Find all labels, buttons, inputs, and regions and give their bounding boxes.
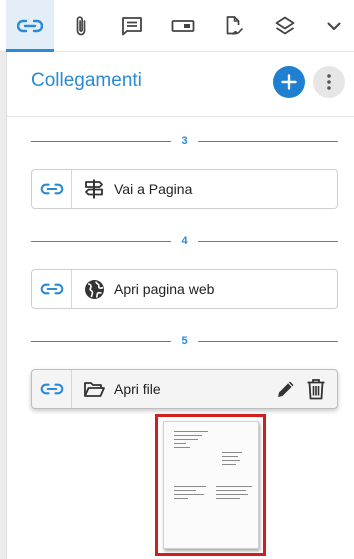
document-preview (163, 421, 259, 549)
link-cell (32, 170, 72, 208)
folder-open-icon (83, 382, 105, 397)
tab-links[interactable] (6, 0, 54, 52)
add-link-button[interactable] (273, 66, 305, 98)
link-cell (32, 370, 72, 408)
left-gutter (0, 52, 7, 559)
paperclip-icon (76, 15, 86, 35)
page-divider: 4 (31, 234, 338, 248)
tab-layers[interactable] (261, 0, 309, 51)
sidebar-toolbar (0, 0, 354, 52)
edit-link-button[interactable] (271, 374, 301, 404)
link-label: Apri file (114, 381, 161, 397)
tab-attachments[interactable] (57, 0, 105, 51)
link-label: Vai a Pagina (114, 181, 193, 197)
chevron-down-icon (327, 22, 341, 30)
tab-form-fields[interactable] (159, 0, 207, 51)
pencil-icon (278, 381, 294, 397)
link-icon (40, 383, 63, 395)
link-icon (17, 19, 43, 32)
file-preview-thumbnail[interactable] (155, 414, 266, 556)
link-item-goto-page[interactable]: Vai a Pagina (31, 169, 338, 209)
link-icon (40, 183, 63, 195)
comment-icon (122, 16, 142, 35)
link-item-open-file[interactable]: Apri file (31, 369, 338, 409)
more-vert-icon (327, 74, 331, 90)
signpost-icon (85, 179, 103, 199)
delete-link-button[interactable] (301, 374, 331, 404)
link-item-open-webpage[interactable]: Apri pagina web (31, 269, 338, 309)
file-signature-icon (226, 15, 243, 35)
form-field-icon (171, 19, 195, 32)
layers-icon (275, 16, 295, 34)
links-panel-app: Collegamenti 3 Vai a Pagina 4 Apri pagin… (0, 0, 354, 559)
globe-icon (84, 279, 104, 299)
link-cell (32, 270, 72, 308)
tab-more-dropdown[interactable] (314, 0, 354, 51)
page-divider: 3 (31, 134, 338, 148)
link-label: Apri pagina web (114, 281, 215, 297)
tab-comments[interactable] (108, 0, 156, 51)
plus-icon (281, 74, 297, 90)
link-icon (40, 283, 63, 295)
header-divider (7, 116, 354, 117)
panel-menu-button[interactable] (313, 66, 345, 98)
page-divider: 5 (31, 334, 338, 348)
trash-icon (307, 379, 325, 400)
panel-title: Collegamenti (31, 70, 142, 91)
tab-signatures[interactable] (210, 0, 258, 51)
